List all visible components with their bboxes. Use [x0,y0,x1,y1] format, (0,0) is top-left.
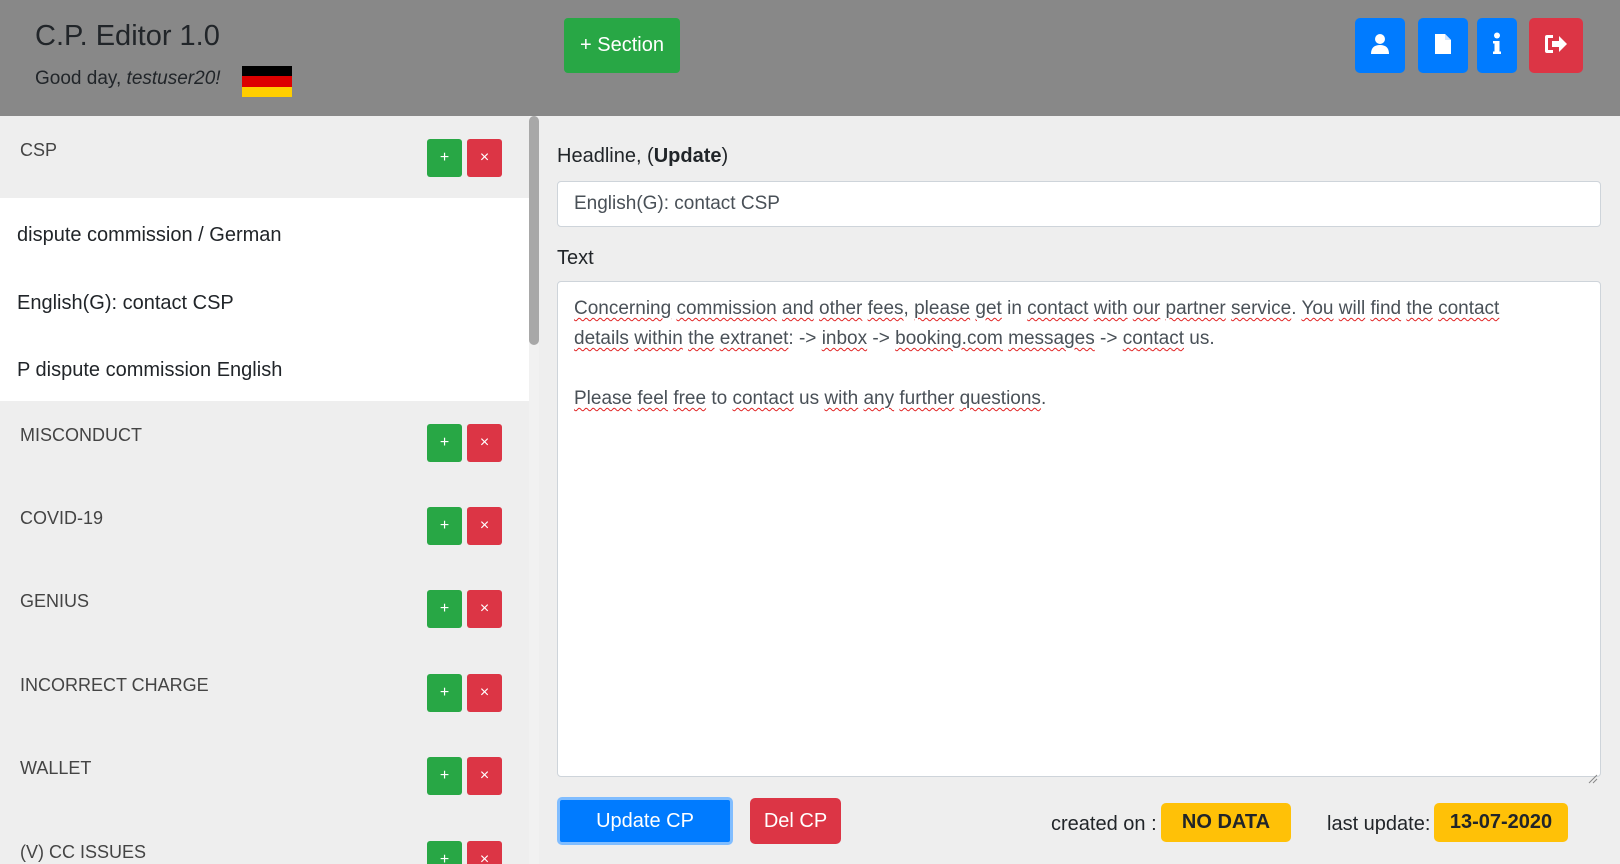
updated-badge: 13-07-2020 [1434,803,1568,842]
spellcheck-word: the [688,328,715,349]
list-item[interactable]: dispute commission / German [17,224,282,247]
list-item[interactable]: P dispute commission English [17,359,282,382]
delete-section-button[interactable]: × [467,424,502,462]
section-items-list: dispute commission / German English(G): … [0,198,529,401]
spellcheck-word: the [1406,298,1433,319]
document-icon [1434,33,1452,58]
section-row-incorrect-charge[interactable]: INCORRECT CHARGE + × [0,651,529,734]
add-item-button[interactable]: + [427,590,462,628]
section-row-csp[interactable]: CSP + × [0,116,529,199]
spellcheck-word: any [863,388,895,409]
user-icon [1370,33,1390,58]
section-name: GENIUS [20,591,90,611]
spellcheck-word: and [782,298,814,319]
app-header: C.P. Editor 1.0 Good day, testuser20! + … [0,0,1620,116]
resize-grip-icon[interactable] [1588,764,1598,784]
list-item[interactable]: English(G): contact CSP [17,292,234,315]
spellcheck-word: You [1301,298,1334,319]
info-button[interactable] [1477,18,1517,73]
spellcheck-word: with [1093,298,1128,319]
section-name: (V) CC ISSUES [20,842,147,862]
add-item-button[interactable]: + [427,507,462,545]
headline-label: Headline, (Update) [557,145,728,168]
greeting: Good day, testuser20! [35,68,221,90]
spellcheck-word: free [673,388,707,409]
section-row-genius[interactable]: GENIUS + × [0,567,529,650]
text-line: Concerning commission and other fees, pl… [574,298,1500,319]
spellcheck-word: booking.com [895,328,1003,349]
section-name: MISCONDUCT [20,425,142,445]
app-title: C.P. Editor 1.0 [35,20,220,52]
spellcheck-word: commission [676,298,777,319]
add-item-button[interactable]: + [427,841,462,864]
german-flag-icon[interactable] [242,66,292,97]
spellcheck-word: will [1338,298,1366,319]
spellcheck-word: fees [867,298,904,319]
spellcheck-word: partner [1165,298,1226,319]
spellcheck-word: our [1132,298,1161,319]
add-section-button[interactable]: + Section [564,18,680,73]
spellcheck-word: contact [1122,328,1185,349]
created-badge: NO DATA [1161,803,1291,842]
section-name: INCORRECT CHARGE [20,675,209,695]
text-label: Text [557,247,594,269]
spellcheck-word: get [975,298,1002,319]
spellcheck-word: contact [732,388,794,409]
spellcheck-word: within [634,328,683,349]
section-name: CSP [20,140,58,160]
spellcheck-word: contact [1438,298,1500,319]
section-name: WALLET [20,758,92,778]
spellcheck-word: further [899,388,955,409]
delete-section-button[interactable]: × [467,674,502,712]
delete-section-button[interactable]: × [467,841,502,864]
add-item-button[interactable]: + [427,139,462,177]
headline-label-prefix: Headline, ( [557,145,654,167]
logout-icon [1544,34,1568,57]
spellcheck-word: contact [1027,298,1089,319]
add-item-button[interactable]: + [427,674,462,712]
document-button[interactable] [1418,18,1468,73]
spellcheck-word: service [1231,298,1292,319]
spellcheck-word: Please [574,388,633,409]
delete-section-button[interactable]: × [467,590,502,628]
spellcheck-word: feel [637,388,669,409]
text-line: details within the extranet: -> inbox ->… [574,328,1215,349]
info-icon [1492,32,1502,59]
delete-section-button[interactable]: × [467,139,502,177]
greeting-prefix: Good day, [35,68,127,89]
sections-sidebar: CSP + × dispute commission / German Engl… [0,116,529,864]
sidebar-scrollbar-thumb[interactable] [529,116,539,345]
spellcheck-word: extranet [719,328,789,349]
section-name: COVID-19 [20,508,104,528]
spellcheck-word: questions [959,388,1041,409]
spellcheck-word: details [574,328,629,349]
spellcheck-word: other [819,298,863,319]
spellcheck-word: Concerning [574,298,672,319]
headline-label-suffix: ) [721,145,729,167]
section-row-cc-issues[interactable]: (V) CC ISSUES + × [0,818,529,864]
created-label: created on : [1051,813,1157,835]
text-editor[interactable]: Concerning commission and other fees, pl… [557,281,1601,784]
username: testuser20! [126,68,221,89]
update-cp-button[interactable]: Update CP [557,797,733,845]
logout-button[interactable] [1529,18,1583,73]
user-button[interactable] [1355,18,1405,73]
section-row-misconduct[interactable]: MISCONDUCT + × [0,401,529,484]
add-item-button[interactable]: + [427,424,462,462]
delete-section-button[interactable]: × [467,757,502,795]
delete-cp-button[interactable]: Del CP [750,798,841,844]
headline-label-mode: Update [653,145,722,167]
delete-section-button[interactable]: × [467,507,502,545]
updated-label: last update: [1327,813,1431,835]
add-item-button[interactable]: + [427,757,462,795]
section-row-wallet[interactable]: WALLET + × [0,734,529,817]
spellcheck-word: please [914,298,971,319]
spellcheck-word: with [824,388,859,409]
spellcheck-word: inbox [821,328,868,349]
spellcheck-word: messages [1008,328,1095,349]
section-row-covid19[interactable]: COVID-19 + × [0,484,529,567]
headline-input[interactable] [557,181,1601,227]
spellcheck-word: find [1370,298,1402,319]
text-line: Please feel free to contact us with any … [574,388,1047,409]
